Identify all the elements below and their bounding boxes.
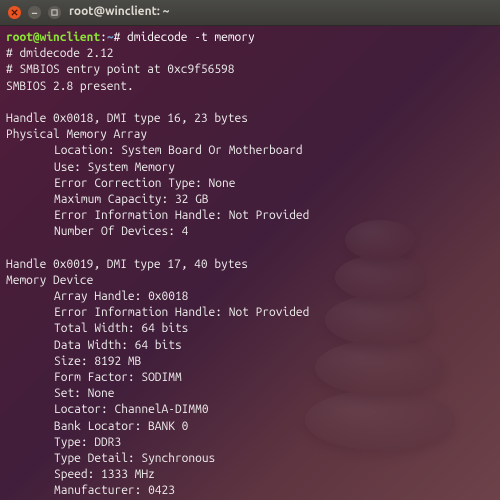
- handle-sub: Memory Device: [6, 274, 93, 287]
- terminal-window: root@winclient: ~ root@winclient:~# dmid…: [0, 0, 500, 500]
- window-title: root@winclient: ~: [69, 4, 169, 20]
- output-line: Data Width: 64 bits: [6, 338, 182, 354]
- output-line: Use: System Memory: [6, 160, 175, 176]
- command-text: dmidecode -t memory: [127, 31, 255, 44]
- close-icon[interactable]: [8, 6, 21, 19]
- minimize-icon[interactable]: [28, 6, 41, 19]
- output-line: Error Correction Type: None: [6, 176, 235, 192]
- handle-sub: Physical Memory Array: [6, 128, 147, 141]
- output-line: Manufacturer: 0423: [6, 483, 175, 499]
- output-line: Set: None: [6, 386, 114, 402]
- output-line: Speed: 1333 MHz: [6, 467, 155, 483]
- output-line: Bank Locator: BANK 0: [6, 419, 188, 435]
- prompt-path: ~: [107, 31, 114, 44]
- output-line: Array Handle: 0x0018: [6, 289, 188, 305]
- output-line: # dmidecode 2.12: [6, 47, 114, 60]
- output-line: Locator: ChannelA-DIMM0: [6, 402, 209, 418]
- window-controls: [8, 6, 61, 19]
- handle-header: Handle 0x0018, DMI type 16, 23 bytes: [6, 112, 248, 125]
- handle-header: Handle 0x0019, DMI type 17, 40 bytes: [6, 258, 248, 271]
- output-line: Type Detail: Synchronous: [6, 451, 215, 467]
- output-line: # SMBIOS entry point at 0xc9f56598: [6, 63, 234, 76]
- output-line: Error Information Handle: Not Provided: [6, 305, 309, 321]
- terminal-body[interactable]: root@winclient:~# dmidecode -t memory # …: [0, 26, 500, 500]
- maximize-icon[interactable]: [48, 6, 61, 19]
- output-line: Form Factor: SODIMM: [6, 370, 182, 386]
- output-line: Maximum Capacity: 32 GB: [6, 192, 209, 208]
- prompt-sep: :: [100, 31, 107, 44]
- prompt-user-host: root@winclient: [6, 31, 100, 44]
- output-line: Size: 8192 MB: [6, 354, 141, 370]
- titlebar[interactable]: root@winclient: ~: [0, 0, 500, 26]
- output-line: Number Of Devices: 4: [6, 224, 188, 240]
- output-line: SMBIOS 2.8 present.: [6, 80, 134, 93]
- output-line: Location: System Board Or Motherboard: [6, 143, 303, 159]
- output-line: Total Width: 64 bits: [6, 321, 188, 337]
- output-line: Type: DDR3: [6, 435, 121, 451]
- output-line: Error Information Handle: Not Provided: [6, 208, 309, 224]
